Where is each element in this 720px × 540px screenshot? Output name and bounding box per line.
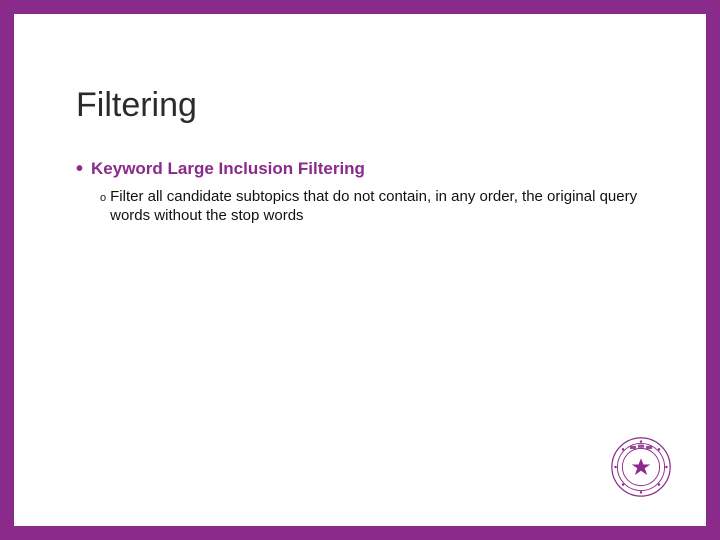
sub-bullet-marker-icon: o [100,187,106,207]
bullet-label: Keyword Large Inclusion Filtering [91,159,365,179]
bullet-item: • Keyword Large Inclusion Filtering [76,159,666,179]
slide-frame: Filtering • Keyword Large Inclusion Filt… [0,0,720,540]
slide-title: Filtering [76,86,666,125]
sub-bullet-text: Filter all candidate subtopics that do n… [110,187,650,225]
bullet-marker-icon: • [76,159,83,179]
slide-content: Filtering • Keyword Large Inclusion Filt… [76,86,666,225]
sub-bullet-item: o Filter all candidate subtopics that do… [100,187,666,225]
university-seal-icon [610,436,672,498]
